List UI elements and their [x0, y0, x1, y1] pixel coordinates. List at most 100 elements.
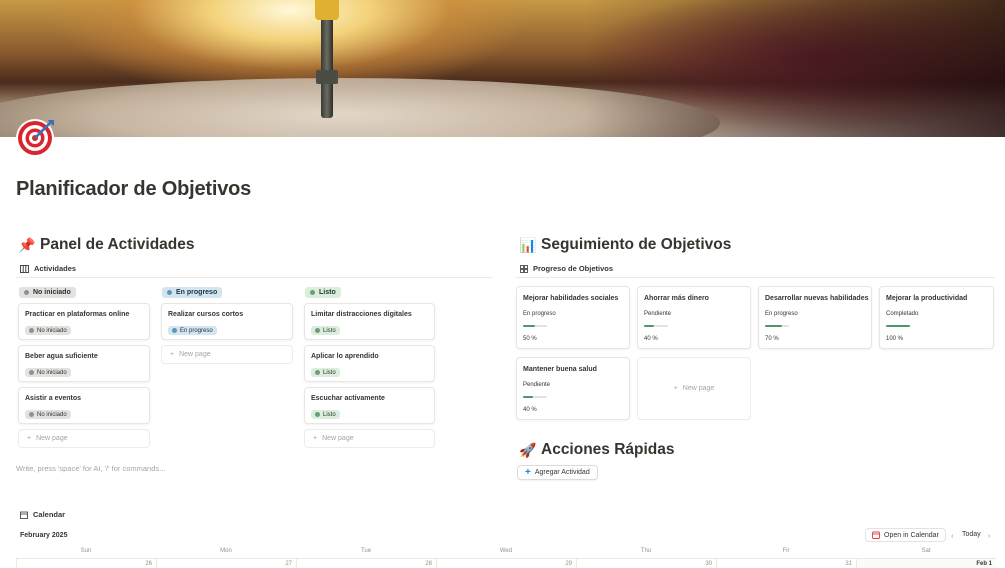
progress-bar	[765, 325, 789, 327]
goal-status: En progreso	[765, 311, 798, 317]
activity-card[interactable]: Asistir a eventos No iniciado	[18, 387, 150, 424]
cover-image	[0, 0, 1005, 137]
calendar-day-number: Feb 1	[976, 561, 992, 567]
calendar-day-number: 29	[565, 561, 572, 567]
weekday-header: Fri	[782, 548, 790, 554]
progress-label: 50 %	[523, 336, 537, 342]
group-en-progreso[interactable]: En progreso	[162, 287, 223, 298]
progress-bar	[886, 325, 910, 327]
open-in-calendar-button[interactable]: Open in Calendar	[865, 528, 946, 542]
goal-card[interactable]: Mantener buena salud Pendiente 40 %	[516, 357, 630, 420]
progress-label: 40 %	[523, 407, 537, 413]
weekday-header: Sun	[80, 548, 92, 554]
calendar-day-number: 31	[845, 561, 852, 567]
calendar-month: February 2025	[20, 532, 68, 539]
status-dot-icon	[24, 290, 29, 295]
plus-icon: +	[313, 435, 318, 442]
calendar-day-number: 28	[425, 561, 432, 567]
goal-status: Pendiente	[523, 382, 551, 388]
new-goal-button[interactable]: + New page	[637, 357, 751, 420]
weekday-header: Thu	[640, 548, 652, 554]
progress-label: 70 %	[765, 336, 779, 342]
card-title: Aplicar lo aprendido	[311, 353, 379, 360]
card-title: Escuchar activamente	[311, 395, 385, 402]
seguimiento-heading: 📊 Seguimiento de Objetivos	[519, 236, 731, 254]
status-badge: No iniciado	[25, 368, 71, 377]
card-title: Realizar cursos cortos	[168, 311, 244, 318]
activity-card[interactable]: Realizar cursos cortos En progreso	[161, 303, 293, 340]
add-activity-button[interactable]: + Agregar Actividad	[517, 465, 598, 480]
plus-icon: +	[170, 351, 175, 358]
view-divider	[16, 277, 492, 278]
calendar-icon	[20, 511, 28, 519]
group-label: Listo	[319, 289, 336, 296]
rocket-icon: 🚀	[519, 441, 537, 458]
status-badge: No iniciado	[25, 326, 71, 335]
progress-bar	[644, 325, 668, 327]
weekday-header: Mon	[220, 548, 232, 554]
view-divider	[516, 277, 995, 278]
calendar-day-number: 26	[145, 561, 152, 567]
goal-status: Completado	[886, 311, 919, 317]
card-title: Limitar distracciones digitales	[311, 311, 412, 318]
actividades-view-tab[interactable]: Actividades	[20, 264, 76, 273]
weekday-header: Sat	[921, 548, 931, 554]
card-title: Beber agua suficiente	[25, 353, 98, 360]
weekday-header: Tue	[360, 548, 372, 554]
calendar-app-icon	[872, 531, 880, 539]
editor-placeholder[interactable]: Write, press 'space' for AI, '/' for com…	[16, 464, 165, 473]
status-dot-icon	[310, 290, 315, 295]
actividades-heading: 📌 Panel de Actividades	[18, 236, 195, 254]
goal-status: En progreso	[523, 311, 556, 317]
status-dot-icon	[167, 290, 172, 295]
group-no-iniciado[interactable]: No iniciado	[19, 287, 76, 298]
plus-icon: +	[27, 435, 32, 442]
calendar-day-number: 30	[705, 561, 712, 567]
chevron-right-icon[interactable]: ›	[988, 531, 991, 540]
goal-title: Mejorar habilidades sociales	[523, 295, 619, 302]
status-badge: En progreso	[168, 326, 217, 335]
goal-card[interactable]: Ahorrar más dinero Pendiente 40 %	[637, 286, 751, 349]
new-page-button[interactable]: + New page	[304, 429, 435, 448]
plus-icon: +	[525, 467, 531, 478]
status-badge: Listo	[311, 410, 340, 419]
goal-title: Mejorar la productividad	[886, 295, 968, 302]
goal-status: Pendiente	[644, 311, 672, 317]
gallery-view-icon	[520, 264, 528, 273]
progreso-view-label: Progreso de Objetivos	[533, 264, 614, 273]
actividades-view-label: Actividades	[34, 264, 77, 273]
activity-card[interactable]: Practicar en plataformas online No inici…	[18, 303, 150, 340]
add-activity-label: Agregar Actividad	[534, 469, 590, 476]
bar-chart-icon: 📊	[519, 236, 537, 253]
activity-card[interactable]: Beber agua suficiente No iniciado	[18, 345, 150, 382]
dart-target-icon[interactable]	[14, 114, 58, 158]
progress-label: 40 %	[644, 336, 658, 342]
progress-label: 100 %	[886, 336, 904, 342]
board-view-icon	[20, 264, 29, 273]
activity-card[interactable]: Escuchar activamente Listo	[304, 387, 435, 424]
progreso-view-tab[interactable]: Progreso de Objetivos	[520, 264, 613, 273]
goal-card[interactable]: Desarrollar nuevas habilidades En progre…	[758, 286, 872, 349]
weekday-header: Wed	[499, 548, 513, 554]
activity-card[interactable]: Aplicar lo aprendido Listo	[304, 345, 435, 382]
calendar-view-tab[interactable]: Calendar	[20, 510, 65, 519]
acciones-heading-text: Acciones Rápidas	[541, 441, 675, 458]
goal-title: Ahorrar más dinero	[644, 295, 709, 302]
pushpin-icon: 📌	[18, 236, 36, 253]
new-page-button[interactable]: + New page	[161, 345, 293, 364]
new-page-button[interactable]: + New page	[18, 429, 150, 448]
progress-bar	[523, 325, 547, 327]
card-title: Practicar en plataformas online	[25, 311, 130, 318]
calendar-view-label: Calendar	[33, 510, 66, 519]
group-label: En progreso	[176, 289, 218, 296]
today-button[interactable]: Today	[962, 531, 981, 538]
goal-card[interactable]: Mejorar habilidades sociales En progreso…	[516, 286, 630, 349]
chevron-left-icon[interactable]: ‹	[951, 531, 954, 540]
actividades-heading-text: Panel de Actividades	[40, 236, 195, 253]
acciones-heading: 🚀 Acciones Rápidas	[519, 441, 675, 459]
goal-card[interactable]: Mejorar la productividad Completado 100 …	[879, 286, 994, 349]
calendar-day-number: 27	[285, 561, 292, 567]
group-label: No iniciado	[33, 289, 71, 296]
group-listo[interactable]: Listo	[305, 287, 341, 298]
activity-card[interactable]: Limitar distracciones digitales Listo	[304, 303, 435, 340]
